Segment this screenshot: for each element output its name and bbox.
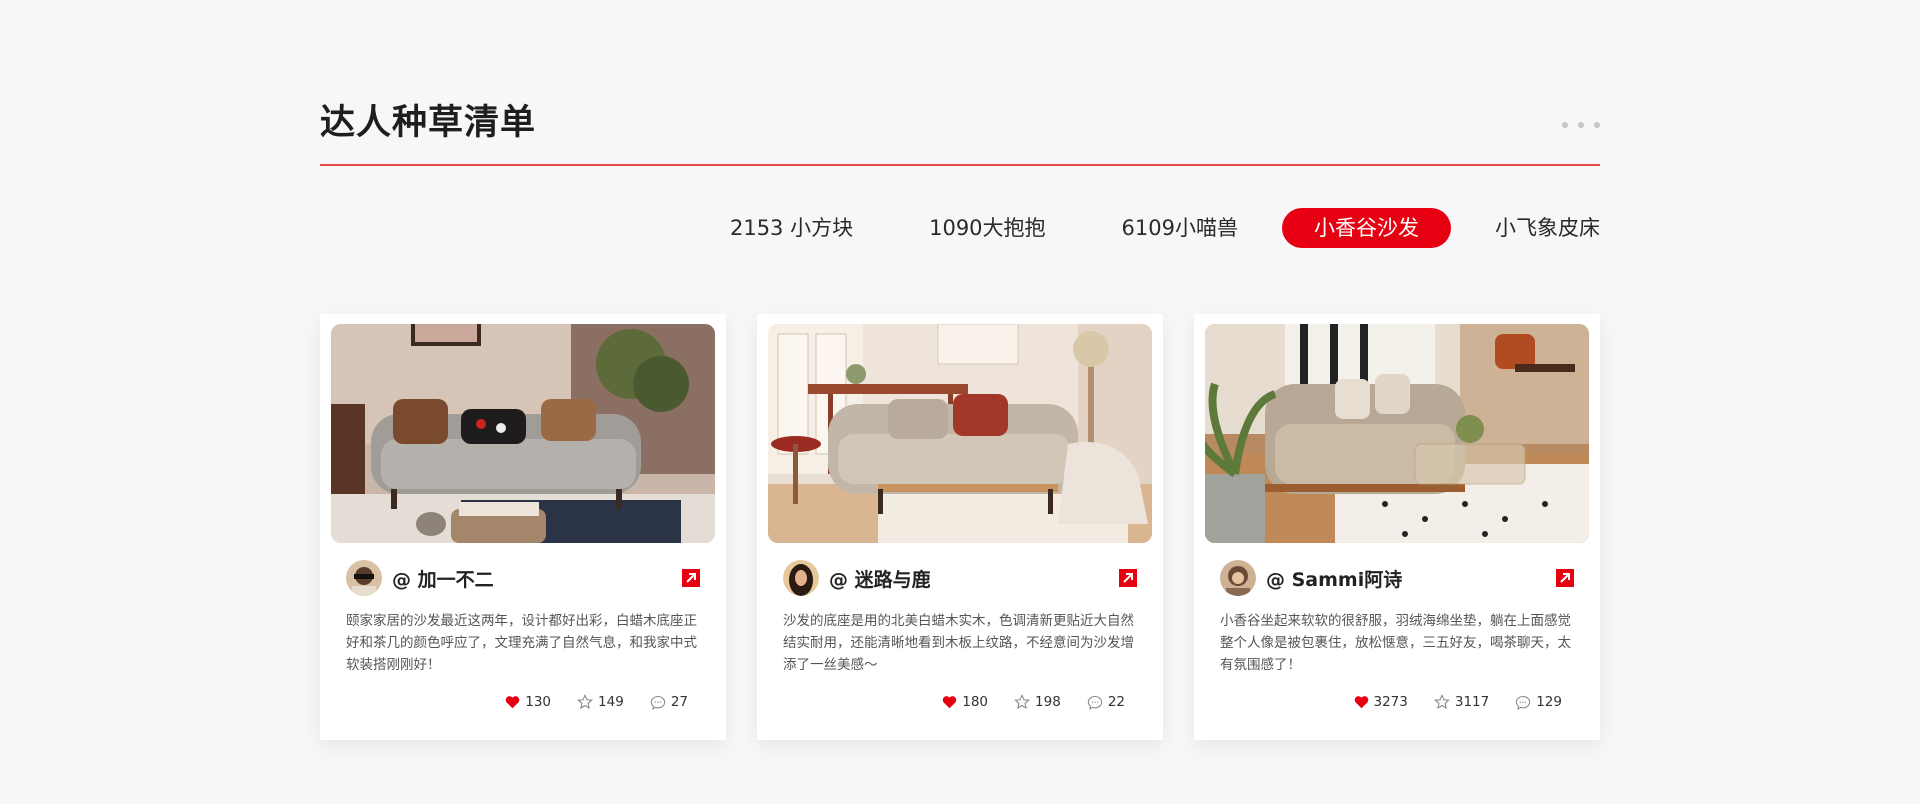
star-button[interactable]: 149	[577, 694, 624, 710]
username[interactable]: @ 加一不二	[392, 565, 494, 592]
heart-icon	[1354, 696, 1368, 709]
comment-count: 27	[670, 694, 688, 710]
like-count: 180	[962, 694, 989, 710]
comment-count: 129	[1536, 694, 1562, 710]
review-text: 小香谷坐起来软软的很舒服，羽绒海绵坐垫，躺在上面感觉整个人像是被包裹住，放松惬意…	[1220, 613, 1571, 673]
star-count: 3117	[1454, 694, 1490, 710]
review-card[interactable]: @ Sammi阿诗 小香谷坐起来软软的很舒服，羽绒海绵坐垫，躺在上面感觉整个人像…	[1194, 314, 1600, 740]
review-text: 颐家家居的沙发最近这两年，设计都好出彩，白蜡木底座正好和茶几的颜色呼应了，文理充…	[346, 613, 697, 673]
like-button[interactable]: 180	[942, 694, 988, 710]
tab-dabaobao[interactable]: 1090大抱抱	[897, 208, 1077, 248]
heart-icon	[505, 696, 520, 709]
avatar[interactable]	[783, 560, 819, 596]
like-count: 130	[525, 694, 552, 710]
comment-icon	[650, 695, 666, 710]
star-button[interactable]: 3117	[1433, 694, 1490, 710]
star-icon	[1014, 694, 1030, 710]
star-count: 198	[1035, 694, 1061, 710]
comment-count: 22	[1107, 694, 1125, 710]
comment-button[interactable]: 27	[650, 694, 688, 710]
star-icon	[577, 694, 593, 710]
avatar[interactable]	[346, 560, 382, 596]
star-count: 149	[598, 694, 624, 710]
heart-icon	[942, 696, 957, 709]
stats-row: 180 198 22	[942, 694, 1125, 710]
tab-xiaomiaoshou[interactable]: 6109小喵兽	[1090, 208, 1270, 248]
section-title: 达人种草清单	[320, 103, 537, 143]
tab-xiaofeixiang-bed[interactable]: 小飞象皮床	[1463, 208, 1600, 248]
comment-button[interactable]: 129	[1515, 694, 1562, 710]
username[interactable]: @ Sammi阿诗	[1266, 565, 1402, 592]
like-button[interactable]: 130	[505, 694, 551, 710]
star-button[interactable]: 198	[1014, 694, 1061, 710]
user-row: @ 迷路与鹿	[783, 559, 1137, 597]
sofa-photo[interactable]	[768, 324, 1152, 543]
comment-button[interactable]: 22	[1087, 694, 1125, 710]
card-list: @ 加一不二 颐家家居的沙发最近这两年，设计都好出彩，白蜡木底座正好和茶几的颜色…	[320, 314, 1600, 740]
stats-row: 3273 3117 129	[1354, 694, 1562, 710]
share-arrow-icon[interactable]	[1119, 569, 1137, 587]
recommendation-section: 达人种草清单 2153 小方块 1090大抱抱 6109小喵兽 小香谷沙发 小飞…	[320, 0, 1600, 804]
sofa-photo[interactable]	[1205, 324, 1589, 543]
user-row: @ Sammi阿诗	[1220, 559, 1574, 597]
comment-icon	[1516, 695, 1531, 710]
review-card[interactable]: @ 加一不二 颐家家居的沙发最近这两年，设计都好出彩，白蜡木底座正好和茶几的颜色…	[320, 314, 726, 740]
like-count: 3273	[1373, 694, 1408, 710]
user-row: @ 加一不二	[346, 559, 700, 597]
review-card[interactable]: @ 迷路与鹿 沙发的底座是用的北美白蜡木实木，色调清新更贴近大自然结实耐用，还能…	[757, 314, 1163, 740]
stats-row: 130 149 27	[505, 694, 688, 710]
product-tabs: 2153 小方块 1090大抱抱 6109小喵兽 小香谷沙发 小飞象皮床	[686, 208, 1600, 248]
like-button[interactable]: 3273	[1354, 694, 1408, 710]
share-arrow-icon[interactable]	[682, 569, 700, 587]
title-divider	[320, 164, 1600, 166]
tab-xiaoxianggu-sofa[interactable]: 小香谷沙发	[1282, 208, 1451, 248]
more-dots-icon[interactable]	[1562, 122, 1600, 128]
share-arrow-icon[interactable]	[1556, 569, 1574, 587]
sofa-photo[interactable]	[331, 324, 715, 543]
username[interactable]: @ 迷路与鹿	[829, 565, 931, 592]
comment-icon	[1087, 695, 1103, 710]
avatar[interactable]	[1220, 560, 1256, 596]
tab-xiaofangkuai[interactable]: 2153 小方块	[698, 208, 885, 248]
star-icon	[1433, 694, 1450, 710]
review-text: 沙发的底座是用的北美白蜡木实木，色调清新更贴近大自然结实耐用，还能清晰地看到木板…	[783, 613, 1134, 673]
